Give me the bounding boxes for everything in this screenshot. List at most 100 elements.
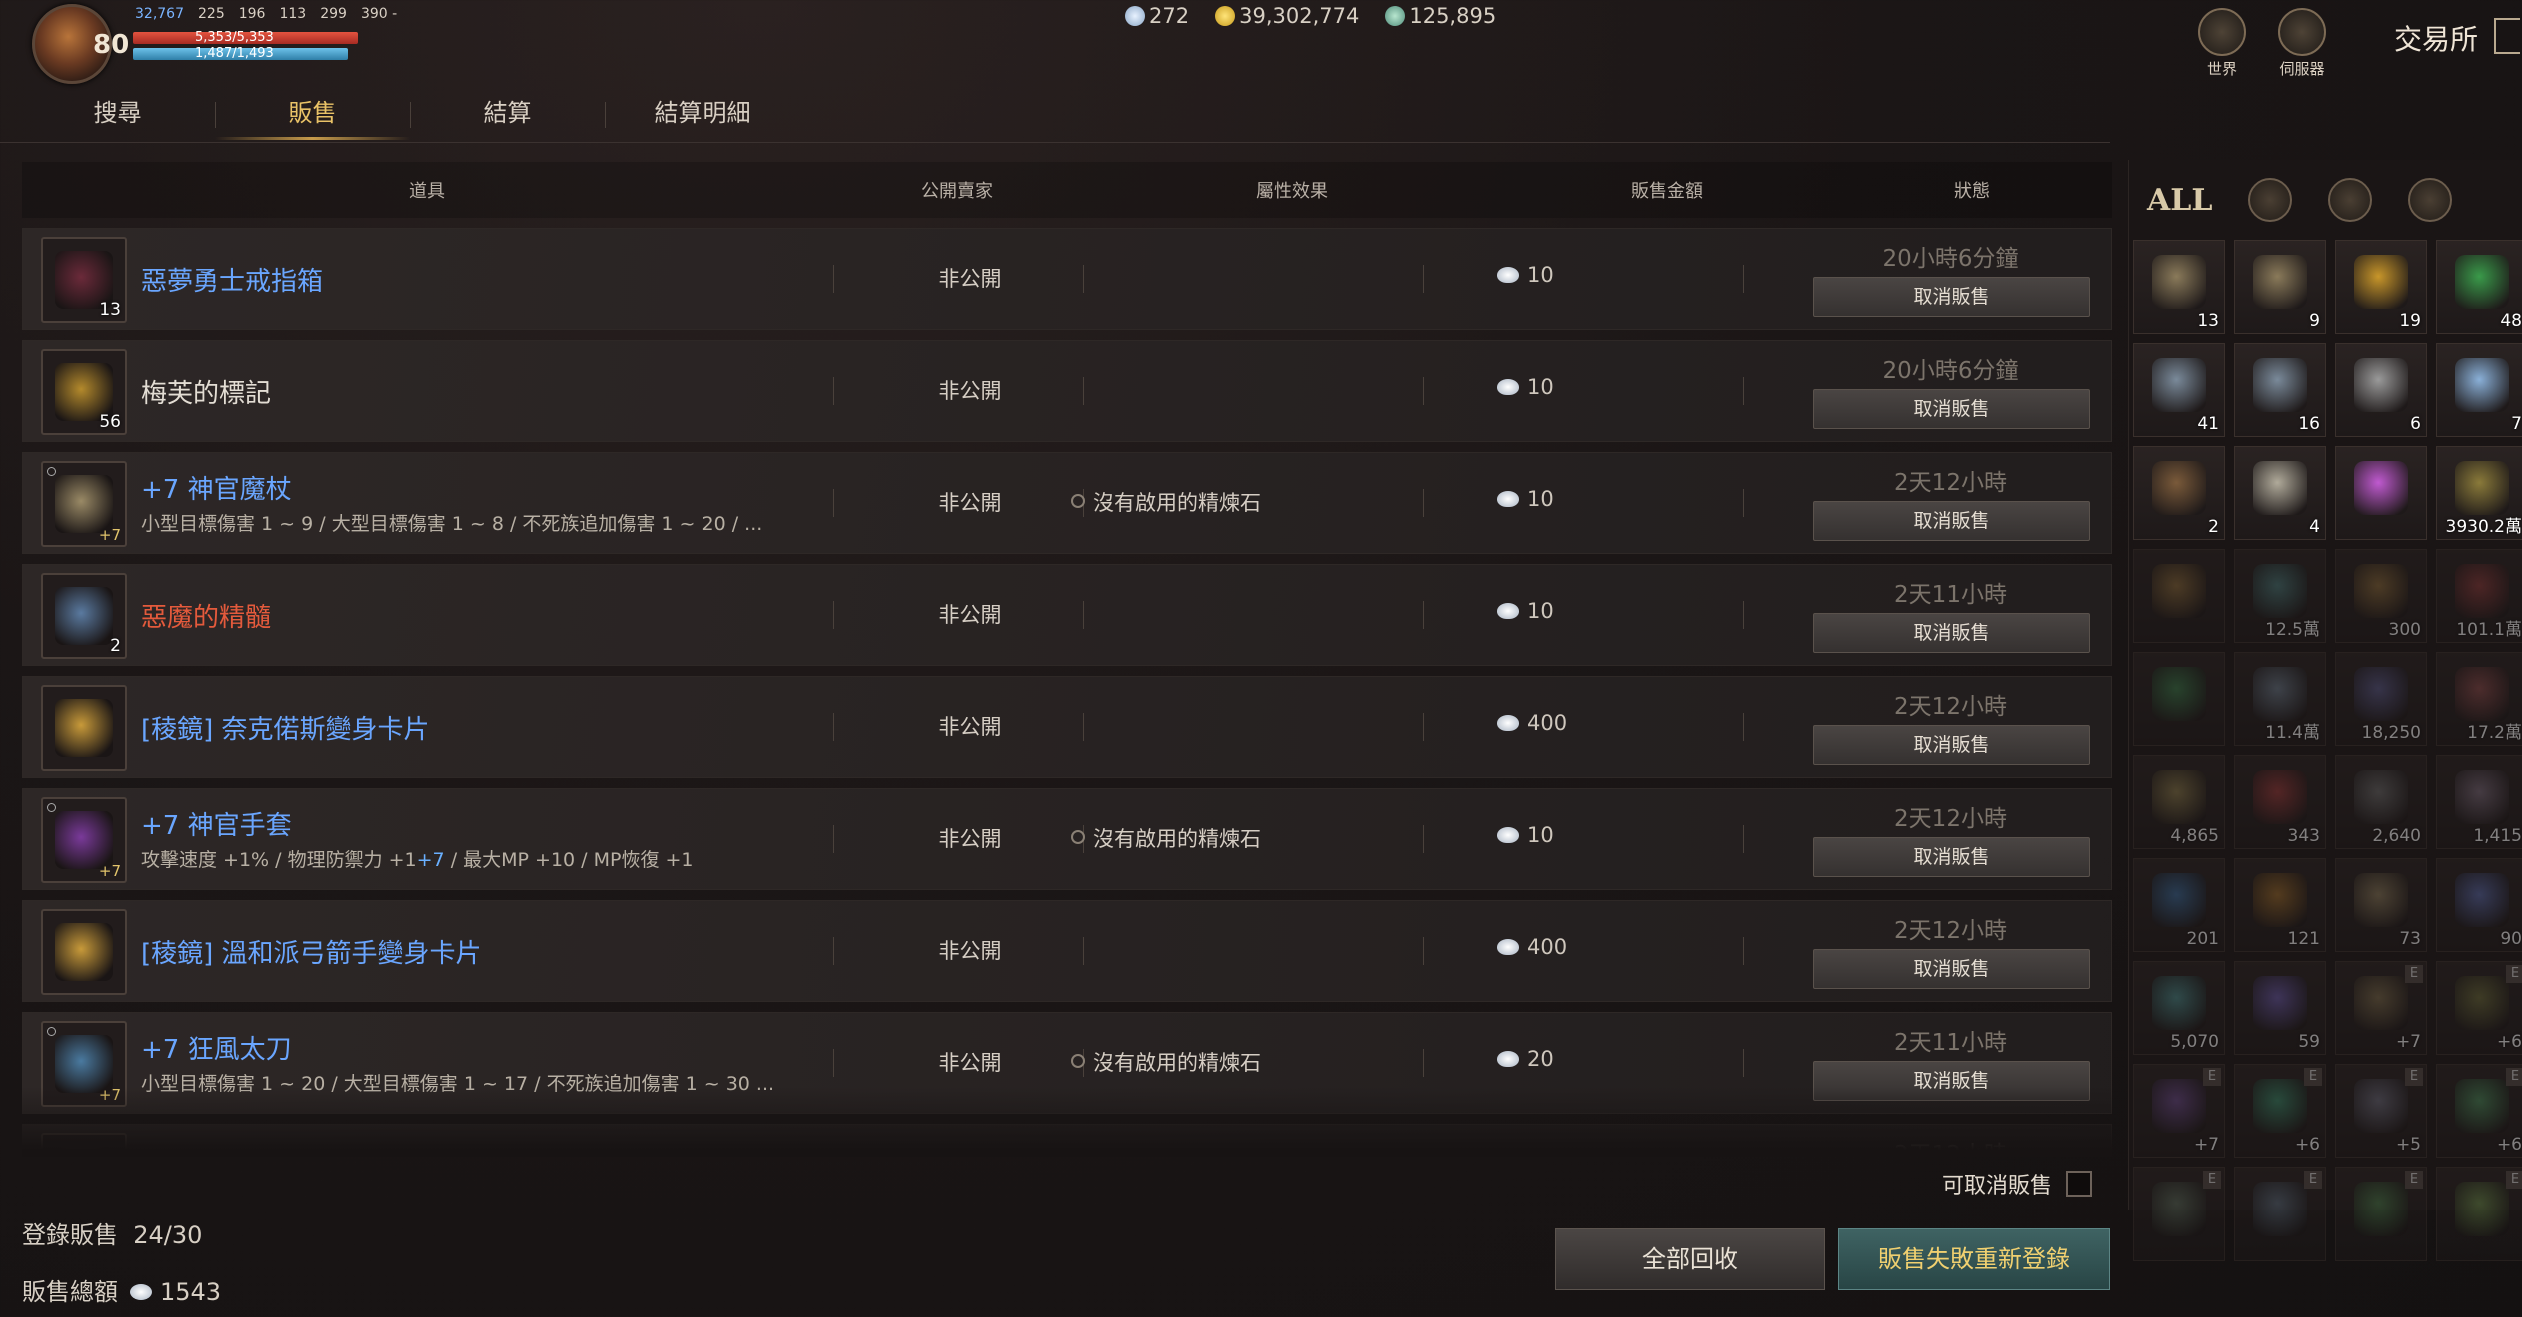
cancel-sale-button[interactable]: 取消販售 xyxy=(1813,1061,2090,1101)
cancel-sale-button[interactable]: 取消販售 xyxy=(1813,613,2090,653)
slot-quantity: 3930.2萬 xyxy=(2445,517,2522,537)
divider xyxy=(833,825,834,853)
tab-settle-details[interactable]: 結算明細 xyxy=(605,90,800,142)
inventory-slot[interactable] xyxy=(2335,446,2427,540)
inventory-slot[interactable]: 101.1萬 xyxy=(2436,549,2522,643)
inventory-slot[interactable]: 201 xyxy=(2133,858,2225,952)
assist-icon[interactable] xyxy=(2408,178,2453,222)
item-quantity: 2 xyxy=(110,636,121,656)
inventory-slot[interactable]: 3930.2萬 xyxy=(2436,446,2522,540)
hp-text: 5,353/5,353 xyxy=(195,30,274,45)
cancelable-label: 可取消販售 xyxy=(1942,1174,2053,1199)
relist-failed-button[interactable]: 販售失敗重新登錄 xyxy=(1838,1228,2110,1290)
inventory-slot[interactable]: 18,250 xyxy=(2335,652,2427,746)
equip-badge-icon: E xyxy=(2203,1068,2221,1086)
remaining-time: 2天11小時 xyxy=(1894,582,2007,608)
sale-price: 10 xyxy=(1497,599,1554,623)
currency-value: 39,302,774 xyxy=(1239,4,1360,28)
sale-price: 10 xyxy=(1497,263,1554,287)
inventory-slot[interactable]: 13 xyxy=(2133,240,2225,334)
tab-search[interactable]: 搜尋 xyxy=(20,90,215,142)
table-row[interactable]: 2 惡魔的精髓 非公開 10 2天11小時 取消販售 xyxy=(22,564,2112,666)
inventory-slot[interactable]: 73 xyxy=(2335,858,2427,952)
cancelable-checkbox[interactable] xyxy=(2066,1171,2093,1197)
inventory-slot[interactable]: 2 xyxy=(2133,446,2225,540)
exit-icon[interactable] xyxy=(2494,18,2520,54)
divider xyxy=(1083,601,1084,629)
slot-quantity: +6 xyxy=(2496,1135,2522,1155)
inventory-slot[interactable]: E +5 xyxy=(2335,1064,2427,1158)
currency-gem: 272 xyxy=(1125,4,1189,28)
table-row[interactable]: [稜鏡] 奈克偌斯變身卡片 非公開 400 2天12小時 取消販售 xyxy=(22,676,2112,778)
table-row[interactable]: 13 惡夢勇士戒指箱 非公開 10 20小時6分鐘 取消販售 xyxy=(22,228,2112,330)
price-value: 10 xyxy=(1527,263,1554,287)
inventory-slot[interactable]: 4 xyxy=(2234,446,2326,540)
table-row[interactable]: 56 梅芙的標記 非公開 10 20小時6分鐘 取消販售 xyxy=(22,340,2112,442)
inventory-slot[interactable]: 4,865 xyxy=(2133,755,2225,849)
slot-quantity: +5 xyxy=(2395,1135,2421,1155)
cancel-sale-button[interactable]: 取消販售 xyxy=(1813,389,2090,429)
inventory-slot[interactable]: 9 xyxy=(2234,240,2326,334)
inventory-slot[interactable]: 19 xyxy=(2335,240,2427,334)
inventory-slot[interactable]: E +6 xyxy=(2436,1064,2522,1158)
inventory-slot[interactable]: 11.4萬 xyxy=(2234,652,2326,746)
inventory-slot[interactable]: E xyxy=(2133,1167,2225,1261)
inventory-tabs: ALL xyxy=(2129,160,2522,240)
bag-icon[interactable] xyxy=(2328,178,2373,222)
table-row[interactable]: +7 +7 狂風太刀 小型目標傷害 1 ~ 20 / 大型目標傷害 1 ~ 17 /… xyxy=(22,1012,2112,1114)
helmet-icon[interactable] xyxy=(2248,178,2293,222)
inventory-slot[interactable]: 48 xyxy=(2436,240,2522,334)
inventory-slot[interactable]: 41 xyxy=(2133,343,2225,437)
table-row[interactable]: +7 武官之盾非公開沒有啟用的精煉石102天12小時取消販售 xyxy=(22,1124,2112,1157)
server-label: 伺服器 xyxy=(2279,60,2325,78)
inventory-slot[interactable]: 12.5萬 xyxy=(2234,549,2326,643)
inventory-slot[interactable]: E +6 xyxy=(2234,1064,2326,1158)
inventory-slot[interactable]: 90 xyxy=(2436,858,2522,952)
cancelable-filter[interactable]: 可取消販售 xyxy=(1942,1168,2093,1200)
inventory-slot[interactable]: E +7 xyxy=(2335,961,2427,1055)
tab-sell[interactable]: 販售 xyxy=(215,90,410,142)
inventory-slot[interactable]: 7 xyxy=(2436,343,2522,437)
inventory-slot[interactable]: 17.2萬 xyxy=(2436,652,2522,746)
inventory-slot[interactable]: E +6 xyxy=(2436,961,2522,1055)
inventory-slot[interactable] xyxy=(2133,549,2225,643)
inventory-slot[interactable]: E xyxy=(2335,1167,2427,1261)
server-button[interactable]: 伺服器 xyxy=(2272,8,2332,79)
inventory-slot[interactable]: 343 xyxy=(2234,755,2326,849)
equip-badge-icon: E xyxy=(2304,1068,2322,1086)
world-button[interactable]: 世界 xyxy=(2192,8,2252,79)
cancel-sale-button[interactable]: 取消販售 xyxy=(1813,277,2090,317)
cancel-sale-button[interactable]: 取消販售 xyxy=(1813,725,2090,765)
remaining-time: 2天12小時 xyxy=(1894,1142,2007,1157)
inventory-slot[interactable]: 121 xyxy=(2234,858,2326,952)
inventory-slot[interactable] xyxy=(2133,652,2225,746)
inventory-slot[interactable]: 1,415 xyxy=(2436,755,2522,849)
item-icon xyxy=(2253,1079,2307,1133)
inventory-slot[interactable]: 2,640 xyxy=(2335,755,2427,849)
inventory-slot[interactable]: E xyxy=(2234,1167,2326,1261)
item-art-icon xyxy=(55,475,113,533)
inventory-slot[interactable]: E xyxy=(2436,1167,2522,1261)
inventory-slot[interactable]: E +7 xyxy=(2133,1064,2225,1158)
table-row[interactable]: +7 +7 神官魔杖 小型目標傷害 1 ~ 9 / 大型目標傷害 1 ~ 8 / 不… xyxy=(22,452,2112,554)
divider xyxy=(1743,713,1744,741)
inventory-slot[interactable]: 16 xyxy=(2234,343,2326,437)
inventory-slot[interactable]: 59 xyxy=(2234,961,2326,1055)
inventory-slot[interactable]: 300 xyxy=(2335,549,2427,643)
cancel-sale-button[interactable]: 取消販售 xyxy=(1813,837,2090,877)
item-icon xyxy=(2455,976,2509,1030)
inventory-tab-all[interactable]: ALL xyxy=(2147,183,2212,218)
item-icon xyxy=(2455,873,2509,927)
tab-settle[interactable]: 結算 xyxy=(410,90,605,142)
cancel-sale-button[interactable]: 取消販售 xyxy=(1813,501,2090,541)
item-icon xyxy=(2253,461,2307,515)
table-row[interactable]: +7 +7 神官手套 攻擊速度 +1% / 物理防禦力 +1+7 / 最大MP +1… xyxy=(22,788,2112,890)
cancel-sale-button[interactable]: 取消販售 xyxy=(1813,949,2090,989)
table-row[interactable]: [稜鏡] 溫和派弓箭手變身卡片 非公開 400 2天12小時 取消販售 xyxy=(22,900,2112,1002)
reclaim-all-button[interactable]: 全部回收 xyxy=(1555,1228,1825,1290)
slot-quantity: 13 xyxy=(2197,311,2219,331)
inventory-slot[interactable]: 5,070 xyxy=(2133,961,2225,1055)
equip-badge-icon: E xyxy=(2405,1171,2423,1189)
remaining-time: 20小時6分鐘 xyxy=(1882,246,2019,272)
inventory-slot[interactable]: 6 xyxy=(2335,343,2427,437)
